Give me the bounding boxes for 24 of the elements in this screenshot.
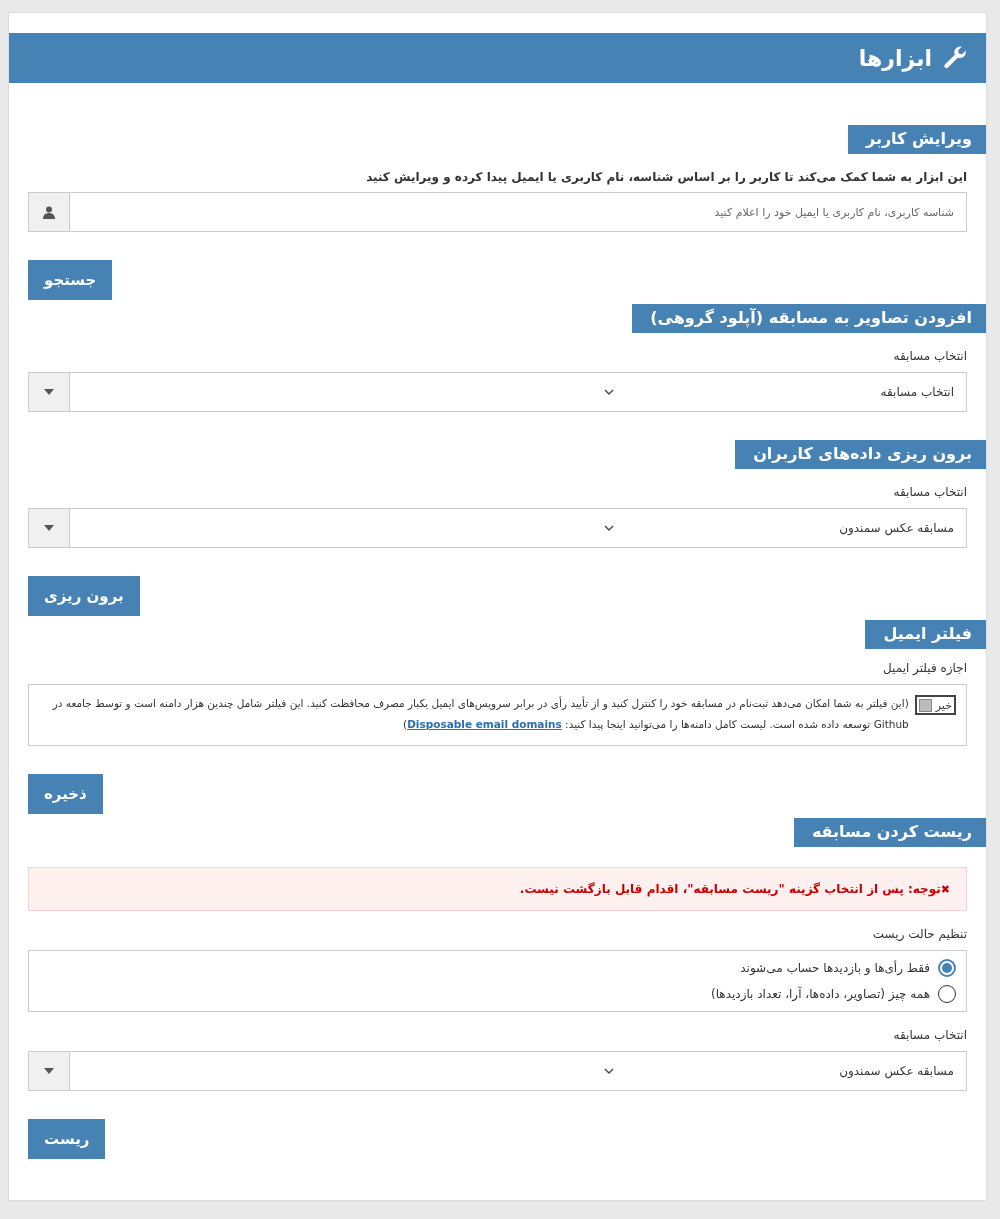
field-label: اجازه فیلتر ایمیل — [882, 661, 967, 675]
link[interactable]: Disposable email domains — [407, 718, 562, 730]
description-text: این ابزار به شما کمک می‌کند تا کاربر را بر اساس شناسه، نام کاربری یا ایمیل پیدا کرده و ویرایش کنید — [365, 170, 967, 184]
section-title: ریست کردن مسابقه — [793, 818, 986, 847]
wrench-icon — [942, 45, 968, 71]
section-title: فیلتر ایمیل — [865, 620, 986, 649]
page-title: ابزارها — [858, 45, 932, 71]
toggle-switch[interactable]: خیر — [914, 695, 956, 715]
radio-button[interactable] — [938, 959, 956, 977]
action-button[interactable]: ریست — [28, 1119, 106, 1159]
field-label: تنظیم حالت ریست — [871, 927, 967, 941]
field-label: انتخاب مسابقه — [892, 485, 967, 499]
radio-label[interactable]: همه چیز (تصاویر، داده‌ها، آرا، تعداد بازدیدها) — [711, 987, 930, 1001]
field-label: انتخاب مسابقه — [892, 1028, 967, 1042]
section-title: افزودن تصاویر به مسابقه (آپلود گروهی) — [632, 304, 986, 333]
section-title: برون ریزی داده‌های کاربران — [735, 440, 986, 469]
radio-label[interactable]: فقط رأی‌ها و بازدیدها حساب می‌شوند — [740, 961, 930, 975]
user-icon — [43, 205, 55, 219]
action-button[interactable]: برون ریزی — [28, 576, 140, 616]
alert-message: ✖ توجه: پس از انتخاب گزینه "ریست مسابقه"، اقدام قابل بازگشت نیست. — [28, 867, 967, 911]
section-title: ویرایش کاربر — [847, 125, 986, 154]
action-button[interactable]: ذخیره — [28, 774, 103, 814]
field-label: انتخاب مسابقه — [892, 349, 967, 363]
action-button[interactable]: جستجو — [28, 260, 113, 300]
